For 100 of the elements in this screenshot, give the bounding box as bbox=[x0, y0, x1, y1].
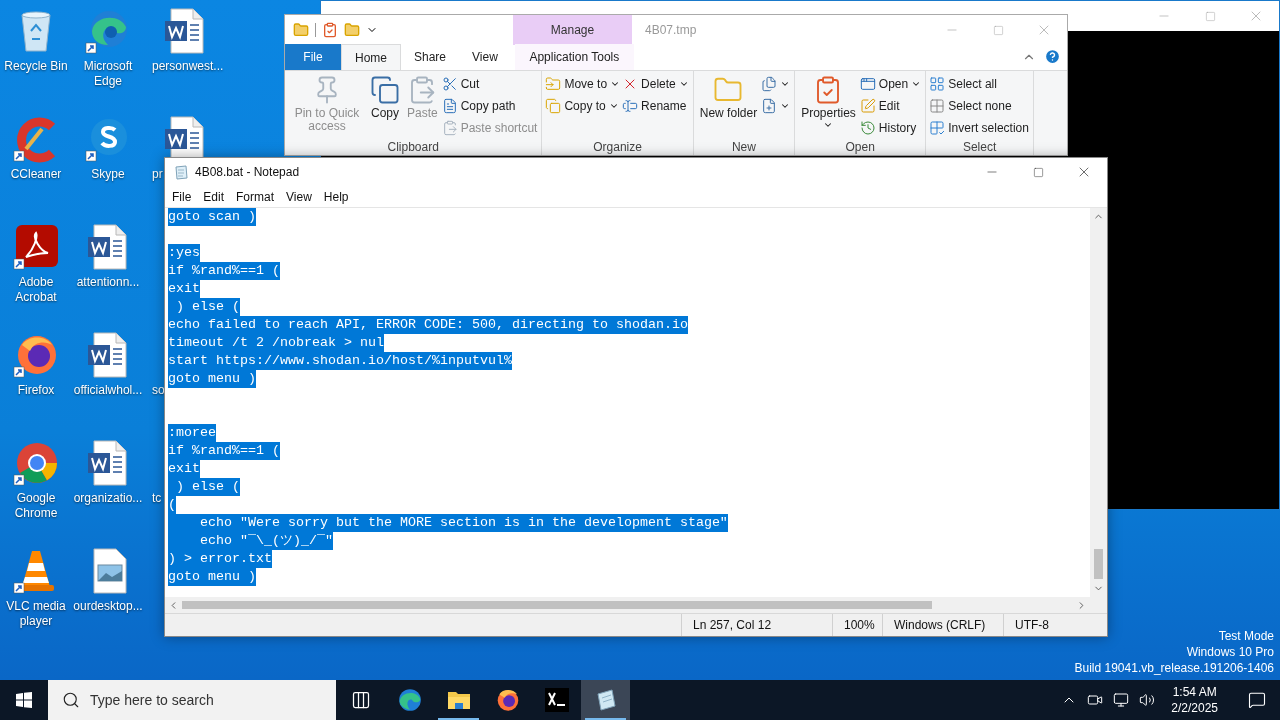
ribbon-button[interactable]: History bbox=[859, 117, 923, 139]
clipboard-icon bbox=[441, 120, 458, 136]
ribbon-tab[interactable]: Application Tools bbox=[514, 44, 634, 70]
desktop-icon-label[interactable]: Recycle Bin bbox=[2, 59, 70, 74]
status-field: 100% bbox=[832, 614, 882, 636]
desktop-icon-label[interactable]: so bbox=[144, 383, 165, 398]
grid-icon bbox=[929, 76, 946, 92]
ribbon-tab[interactable]: View bbox=[459, 44, 511, 70]
copy-icon bbox=[370, 75, 400, 105]
taskbar-app-button[interactable] bbox=[581, 680, 630, 720]
ribbon-button[interactable]: Select none bbox=[929, 95, 1030, 117]
status-field: Ln 257, Col 12 bbox=[681, 614, 832, 636]
vertical-scrollbar[interactable] bbox=[1090, 208, 1107, 597]
files-icon bbox=[761, 76, 778, 92]
menu-item[interactable]: Format bbox=[231, 187, 280, 206]
system-info-text: Build 19041.vb_release.191206-1406 bbox=[1074, 660, 1274, 676]
desktop-icon-label[interactable]: pr bbox=[144, 167, 163, 182]
desktop-icon-label[interactable]: tc bbox=[144, 491, 162, 506]
pencil-icon bbox=[859, 98, 876, 114]
ribbon-button[interactable]: New folder bbox=[696, 73, 761, 120]
horizontal-scrollbar[interactable] bbox=[165, 597, 1090, 613]
ribbon-button[interactable]: Select all bbox=[929, 73, 1030, 95]
desktop-icon-label[interactable]: Google Chrome bbox=[0, 491, 72, 521]
acrobat-logo-icon bbox=[12, 223, 60, 271]
text-cursor-icon bbox=[622, 98, 639, 114]
scrollbar-thumb[interactable] bbox=[1094, 549, 1103, 579]
desktop-icon-label[interactable]: CCleaner bbox=[8, 167, 64, 182]
caret-icon bbox=[610, 79, 621, 89]
window-icon bbox=[859, 76, 876, 92]
menu-item[interactable]: View bbox=[281, 187, 317, 206]
group-label: Select bbox=[961, 141, 998, 155]
folder-icon bbox=[446, 689, 471, 711]
desktop-icon-label[interactable]: Adobe Acrobat bbox=[0, 275, 72, 305]
window-title: 4B07.tmp bbox=[645, 22, 698, 39]
status-field: UTF-8 bbox=[1003, 614, 1107, 636]
ribbon-button[interactable]: Open bbox=[859, 73, 923, 95]
ribbon-button[interactable]: Copy path bbox=[441, 95, 539, 117]
desktop-icon-label[interactable]: personwest... bbox=[144, 59, 224, 74]
folder-icon[interactable] bbox=[293, 22, 309, 38]
caret-icon bbox=[780, 79, 791, 89]
monitor-icon[interactable] bbox=[1113, 692, 1130, 708]
clock[interactable]: 1:54 AM 2/2/2025 bbox=[1165, 684, 1224, 716]
desktop-icon-label[interactable]: attentionn... bbox=[74, 275, 142, 290]
maximize-icon bbox=[1204, 10, 1216, 22]
ribbon-button[interactable]: Edit bbox=[859, 95, 923, 117]
windows-logo-icon bbox=[16, 692, 32, 708]
notification-icon[interactable] bbox=[1248, 691, 1266, 709]
document-icon bbox=[441, 98, 458, 114]
caret-icon bbox=[911, 79, 922, 89]
group-label: Organize bbox=[592, 141, 643, 155]
notepad-icon bbox=[173, 164, 189, 180]
ribbon-button[interactable]: Invert selection bbox=[929, 117, 1030, 139]
ribbon-button[interactable]: Copy bbox=[367, 73, 403, 120]
desktop-icon-label[interactable]: organizatio... bbox=[71, 491, 145, 506]
desktop-icon-label[interactable]: ourdesktop... bbox=[71, 599, 145, 614]
maximize-icon bbox=[992, 24, 1004, 36]
ribbon-button[interactable]: Properties bbox=[798, 73, 859, 130]
ribbon-button[interactable]: Delete bbox=[622, 73, 690, 95]
edge-logo-icon bbox=[396, 687, 423, 713]
ribbon-button[interactable]: Rename bbox=[622, 95, 690, 117]
camera-icon[interactable] bbox=[1087, 692, 1104, 708]
scrollbar-thumb[interactable] bbox=[182, 601, 932, 609]
desktop-icon-label[interactable]: officialwhol... bbox=[71, 383, 145, 398]
file-plus-icon bbox=[761, 98, 778, 114]
maximize-icon bbox=[1032, 166, 1044, 178]
grid-icon bbox=[929, 98, 946, 114]
ribbon-tab[interactable]: Home bbox=[341, 44, 401, 70]
folder-icon[interactable] bbox=[344, 22, 360, 38]
ribbon-tab[interactable]: Share bbox=[401, 44, 460, 70]
caret-icon bbox=[608, 101, 619, 111]
desktop-icon-label[interactable]: Microsoft Edge bbox=[72, 59, 144, 89]
copy-icon bbox=[545, 98, 562, 114]
menu-item[interactable]: Edit bbox=[198, 187, 230, 206]
ribbon-tab[interactable]: File bbox=[285, 44, 341, 70]
window-title: 4B08.bat - Notepad bbox=[195, 164, 301, 181]
speaker-icon[interactable] bbox=[1139, 692, 1156, 708]
desktop-icon-label[interactable]: Skype bbox=[89, 167, 127, 182]
search-icon bbox=[62, 691, 80, 709]
desktop-icon-label[interactable]: Firefox bbox=[15, 383, 57, 398]
ribbon-button[interactable]: Cut bbox=[441, 73, 539, 95]
system-info-text: Windows 10 Pro bbox=[1186, 644, 1274, 660]
caret-icon bbox=[823, 120, 834, 130]
terminal-icon bbox=[544, 688, 569, 712]
group-label: Clipboard bbox=[386, 141, 440, 155]
search-field[interactable]: Type here to search bbox=[48, 680, 336, 720]
group-label: Open bbox=[844, 141, 876, 155]
menu-item[interactable]: Help bbox=[318, 187, 354, 206]
status-field: Windows (CRLF) bbox=[882, 614, 1003, 636]
desktop-icon-label[interactable]: VLC media player bbox=[0, 599, 72, 629]
help-icon[interactable] bbox=[1044, 48, 1061, 65]
menu-item[interactable]: File bbox=[167, 187, 197, 206]
clipboard-check-icon[interactable] bbox=[322, 22, 338, 38]
ribbon-button[interactable]: Copy to bbox=[545, 95, 622, 117]
search-input[interactable]: Type here to search bbox=[90, 689, 310, 711]
group-label: New bbox=[730, 141, 757, 155]
ribbon-button[interactable]: Move to bbox=[545, 73, 622, 95]
task-view-icon bbox=[350, 690, 371, 710]
history-icon bbox=[859, 120, 876, 136]
system-info-text: Test Mode bbox=[1218, 628, 1274, 644]
scissors-icon bbox=[441, 76, 458, 92]
